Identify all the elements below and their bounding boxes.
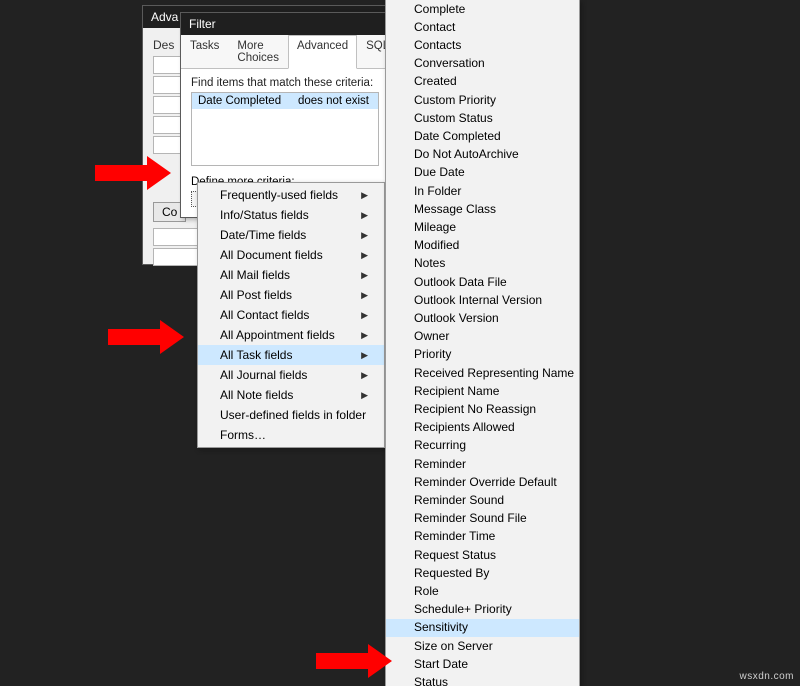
menu-item[interactable]: Conversation (386, 55, 579, 73)
tab-advanced[interactable]: Advanced (288, 35, 357, 69)
criteria-row[interactable]: Date Completed does not exist (192, 93, 378, 109)
menu-item[interactable]: Complete (386, 0, 579, 18)
submenu-arrow-icon: ▶ (361, 370, 368, 381)
callout-arrow-3 (316, 644, 392, 678)
menu-item[interactable]: Reminder Time (386, 528, 579, 546)
task-fields-menu: CompleteContactContactsConversationCreat… (385, 0, 580, 686)
menu-item[interactable]: Outlook Version (386, 309, 579, 327)
submenu-arrow-icon: ▶ (361, 190, 368, 201)
menu-item[interactable]: Info/Status fields ▶ (198, 205, 384, 225)
menu-item[interactable]: Role (386, 583, 579, 601)
criteria-list[interactable]: Date Completed does not exist (191, 92, 379, 166)
menu-item-label: All Task fields (220, 348, 292, 362)
criteria-condition: does not exist (292, 93, 378, 109)
menu-item[interactable]: Requested By (386, 564, 579, 582)
submenu-arrow-icon: ▶ (361, 230, 368, 241)
menu-item[interactable]: All Contact fields ▶ (198, 305, 384, 325)
menu-item[interactable]: Reminder Sound File (386, 510, 579, 528)
menu-item[interactable]: Message Class (386, 200, 579, 218)
menu-item[interactable]: Modified (386, 237, 579, 255)
menu-item-label: All Post fields (220, 288, 292, 302)
menu-item-label: All Contact fields (220, 308, 309, 322)
menu-item[interactable]: All Mail fields ▶ (198, 265, 384, 285)
criteria-field: Date Completed (192, 93, 292, 109)
submenu-arrow-icon: ▶ (361, 330, 368, 341)
submenu-arrow-icon: ▶ (361, 350, 368, 361)
menu-item[interactable]: All Document fields ▶ (198, 245, 384, 265)
menu-item[interactable]: Contact (386, 18, 579, 36)
menu-item[interactable]: Outlook Internal Version (386, 291, 579, 309)
menu-item[interactable]: Due Date (386, 164, 579, 182)
submenu-arrow-icon: ▶ (361, 390, 368, 401)
menu-item-label: Forms… (220, 428, 266, 442)
menu-item[interactable]: Priority (386, 346, 579, 364)
tab-more-choices[interactable]: More Choices (228, 35, 288, 69)
submenu-arrow-icon: ▶ (361, 250, 368, 261)
submenu-arrow-icon: ▶ (361, 310, 368, 321)
menu-item-label: All Mail fields (220, 268, 290, 282)
menu-item[interactable]: Created (386, 73, 579, 91)
menu-item[interactable]: All Note fields ▶ (198, 385, 384, 405)
menu-item[interactable]: Forms… (198, 425, 384, 445)
menu-item[interactable]: Frequently-used fields ▶ (198, 185, 384, 205)
menu-item[interactable]: User-defined fields in folder (198, 405, 384, 425)
menu-item[interactable]: Schedule+ Priority (386, 601, 579, 619)
callout-arrow-1 (95, 156, 171, 190)
callout-arrow-2 (108, 320, 184, 354)
menu-item[interactable]: Notes (386, 255, 579, 273)
menu-item-label: Date/Time fields (220, 228, 306, 242)
menu-item-label: All Document fields (220, 248, 323, 262)
menu-item[interactable]: Reminder Override Default (386, 473, 579, 491)
menu-item-label: All Appointment fields (220, 328, 335, 342)
menu-item-label: Info/Status fields (220, 208, 309, 222)
menu-item[interactable]: Date/Time fields ▶ (198, 225, 384, 245)
menu-item[interactable]: Status (386, 674, 579, 686)
menu-item[interactable]: All Post fields ▶ (198, 285, 384, 305)
menu-item-label: User-defined fields in folder (220, 408, 366, 422)
watermark: wsxdn.com (739, 671, 794, 682)
find-items-label: Find items that match these criteria: (191, 77, 379, 89)
menu-item[interactable]: Date Completed (386, 127, 579, 145)
menu-item[interactable]: Do Not AutoArchive (386, 146, 579, 164)
menu-item[interactable]: Recurring (386, 437, 579, 455)
menu-item[interactable]: Size on Server (386, 637, 579, 655)
menu-item[interactable]: Recipient Name (386, 382, 579, 400)
menu-item[interactable]: Sensitivity (386, 619, 579, 637)
dialog-title: Filter (181, 13, 389, 35)
tab-tasks[interactable]: Tasks (181, 35, 228, 69)
field-category-menu: Frequently-used fields▶Info/Status field… (197, 182, 385, 448)
menu-item[interactable]: Reminder (386, 455, 579, 473)
menu-item[interactable]: Received Representing Name (386, 364, 579, 382)
menu-item-label: All Journal fields (220, 368, 307, 382)
menu-item[interactable]: All Appointment fields ▶ (198, 325, 384, 345)
submenu-arrow-icon: ▶ (361, 210, 368, 221)
menu-item-label: All Note fields (220, 388, 293, 402)
menu-item[interactable]: Recipients Allowed (386, 419, 579, 437)
menu-item[interactable]: All Journal fields ▶ (198, 365, 384, 385)
menu-item[interactable]: All Task fields ▶ (198, 345, 384, 365)
menu-item[interactable]: Request Status (386, 546, 579, 564)
menu-item[interactable]: Contacts (386, 36, 579, 54)
menu-item[interactable]: Outlook Data File (386, 273, 579, 291)
menu-item[interactable]: Owner (386, 328, 579, 346)
menu-item[interactable]: Reminder Sound (386, 491, 579, 509)
menu-item[interactable]: Recipient No Reassign (386, 400, 579, 418)
submenu-arrow-icon: ▶ (361, 290, 368, 301)
tab-strip: Tasks More Choices Advanced SQL (181, 35, 389, 69)
menu-item[interactable]: Mileage (386, 218, 579, 236)
menu-item[interactable]: Custom Priority (386, 91, 579, 109)
submenu-arrow-icon: ▶ (361, 270, 368, 281)
menu-item[interactable]: Custom Status (386, 109, 579, 127)
menu-item[interactable]: Start Date (386, 655, 579, 673)
menu-item[interactable]: In Folder (386, 182, 579, 200)
menu-item-label: Frequently-used fields (220, 188, 338, 202)
